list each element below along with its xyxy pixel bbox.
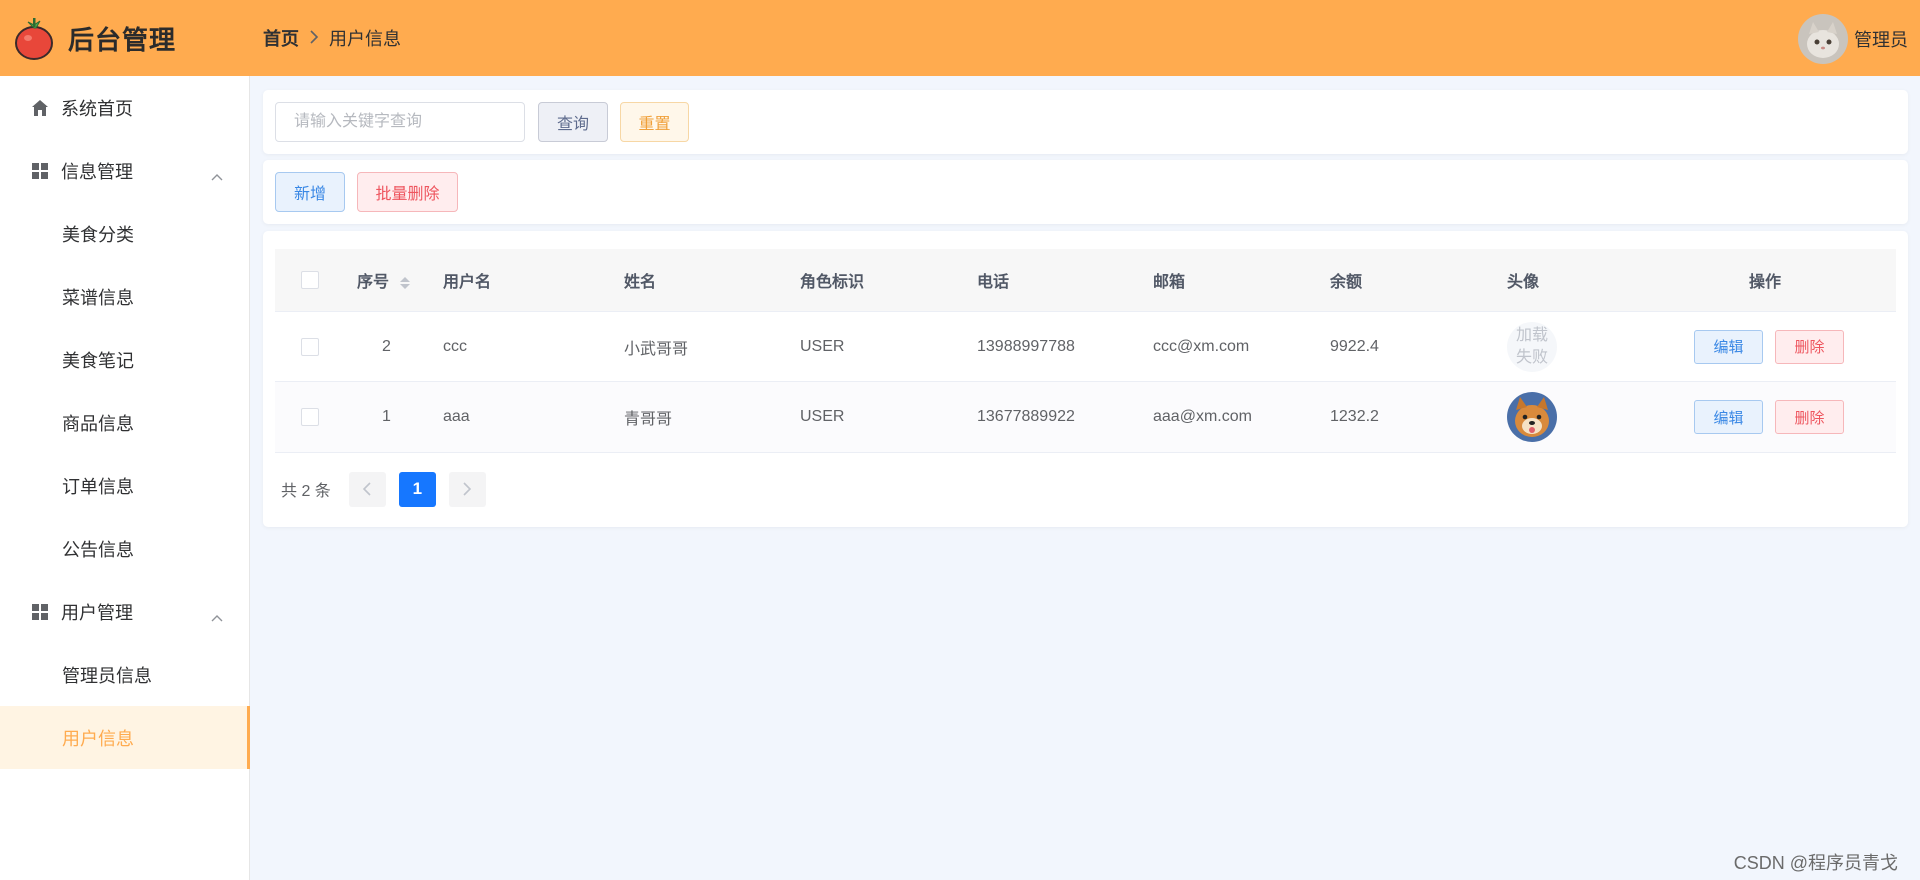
next-page-button[interactable] [448,471,486,507]
sidebar-item-food-notes[interactable]: 美食笔记 [0,328,249,391]
select-all-checkbox[interactable] [301,271,319,289]
sidebar-item-food-category[interactable]: 美食分类 [0,202,249,265]
cell-name: 青哥哥 [624,411,673,428]
sidebar-item-label: 菜谱信息 [62,287,134,308]
sidebar-item-home[interactable]: 系统首页 [0,76,249,139]
cell-role: USER [800,337,845,355]
home-icon [31,99,49,117]
sidebar-item-admin-info[interactable]: 管理员信息 [0,643,249,706]
batch-delete-button[interactable]: 批量删除 [357,172,458,212]
cell-phone: 13988997788 [977,337,1075,355]
sidebar-item-label: 用户信息 [62,728,134,749]
delete-button[interactable]: 删除 [1775,400,1844,434]
cell-username: aaa [443,408,470,425]
cell-role: USER [800,408,845,425]
sidebar-item-label: 用户管理 [61,602,133,623]
edit-button[interactable]: 编辑 [1694,400,1763,434]
table-row: 1 aaa 青哥哥 USER 13677889922 aaa@xm.com 12… [275,382,1896,453]
delete-button[interactable]: 删除 [1775,329,1844,364]
admin-avatar[interactable] [1798,14,1848,64]
pagination: 共 2 条 1 [281,471,499,507]
column-header-balance: 余额 [1330,274,1363,291]
watermark-text: CSDN @程序员青戈 [1733,853,1898,873]
grid-icon [31,162,49,180]
row-checkbox[interactable] [301,337,319,356]
pagination-total: 共 2 条 [281,483,331,500]
table-row: 2 ccc 小武哥哥 USER 13988997788 ccc@xm.com 9… [275,311,1896,382]
reset-button[interactable]: 重置 [620,102,689,142]
sort-icon[interactable] [399,275,411,291]
column-header-role: 角色标识 [800,274,865,291]
sidebar-item-products[interactable]: 商品信息 [0,391,249,454]
logo-area: 后台管理 [0,0,250,76]
table-header: 序号 用户名 姓名 角色标识 电话 邮箱 余额 头像 操作 [275,249,1896,311]
chevron-up-icon [210,166,224,180]
app-title: 后台管理 [68,24,177,55]
cell-id: 1 [382,408,391,425]
sidebar-menu: 系统首页 信息管理 美食分类 菜谱信息 美食笔记 商品信息 订单信息 公告信息 … [0,76,250,880]
action-panel: 新增 批量删除 [263,160,1908,224]
sidebar-item-notices[interactable]: 公告信息 [0,517,249,580]
column-header-name: 姓名 [624,274,657,291]
edit-button[interactable]: 编辑 [1694,329,1763,364]
page-number-button[interactable]: 1 [398,471,436,507]
tomato-logo-icon [14,16,54,60]
sidebar-item-user-info[interactable]: 用户信息 [0,706,250,769]
search-panel: 查询 重置 [263,90,1908,154]
breadcrumb-separator-icon [309,28,319,49]
keyword-search-input[interactable] [275,102,525,142]
column-header-avatar: 头像 [1507,274,1540,291]
add-button[interactable]: 新增 [275,172,345,212]
column-header-label: 序号 [357,274,390,291]
column-header-username: 用户名 [443,274,492,291]
cell-name: 小武哥哥 [624,340,689,358]
breadcrumb: 首页 用户信息 [263,25,401,51]
sidebar-item-label: 美食笔记 [62,350,134,371]
sidebar-item-recipes[interactable]: 菜谱信息 [0,265,249,328]
grid-icon [31,603,49,621]
column-header-email: 邮箱 [1153,274,1186,291]
user-table: 序号 用户名 姓名 角色标识 电话 邮箱 余额 头像 操作 2 ccc 小武哥哥… [275,249,1896,453]
cell-username: ccc [443,337,467,355]
sidebar-item-label: 美食分类 [62,224,134,245]
row-checkbox[interactable] [301,408,319,426]
sidebar-item-label: 管理员信息 [62,665,152,686]
breadcrumb-current: 用户信息 [329,29,401,49]
user-avatar-dog[interactable] [1507,392,1557,442]
chevron-left-icon [363,482,371,496]
cell-email: ccc@xm.com [1153,337,1250,355]
sidebar-group-user-management[interactable]: 用户管理 [0,580,249,643]
chevron-right-icon [463,482,472,496]
sidebar-item-label: 订单信息 [62,476,134,497]
query-button[interactable]: 查询 [538,102,608,142]
admin-name[interactable]: 管理员 [1854,26,1908,52]
sidebar-item-label: 信息管理 [61,161,133,182]
avatar-failed-text: 加载失败 [1515,326,1548,366]
breadcrumb-home-link[interactable]: 首页 [263,25,299,51]
prev-page-button[interactable] [348,471,386,507]
user-table-panel: 序号 用户名 姓名 角色标识 电话 邮箱 余额 头像 操作 2 ccc 小武哥哥… [263,231,1908,527]
sidebar-group-info-management[interactable]: 信息管理 [0,139,249,202]
chevron-up-icon [210,607,224,621]
column-header-actions: 操作 [1749,274,1782,291]
avatar-load-failed[interactable]: 加载失败 [1507,321,1557,372]
sidebar-item-orders[interactable]: 订单信息 [0,454,249,517]
sidebar-item-label: 系统首页 [61,98,133,119]
column-header-id[interactable]: 序号 [357,268,411,292]
cell-id: 2 [382,337,391,355]
cell-balance: 1232.2 [1330,408,1379,425]
cell-email: aaa@xm.com [1153,408,1252,425]
sidebar-item-label: 公告信息 [62,539,134,560]
cell-phone: 13677889922 [977,408,1075,425]
cell-balance: 9922.4 [1330,337,1379,355]
user-menu[interactable]: 管理员 [1798,14,1908,64]
top-header: 后台管理 首页 用户信息 管理员 [0,0,1920,76]
column-header-phone: 电话 [977,274,1010,291]
sidebar-item-label: 商品信息 [62,413,134,434]
